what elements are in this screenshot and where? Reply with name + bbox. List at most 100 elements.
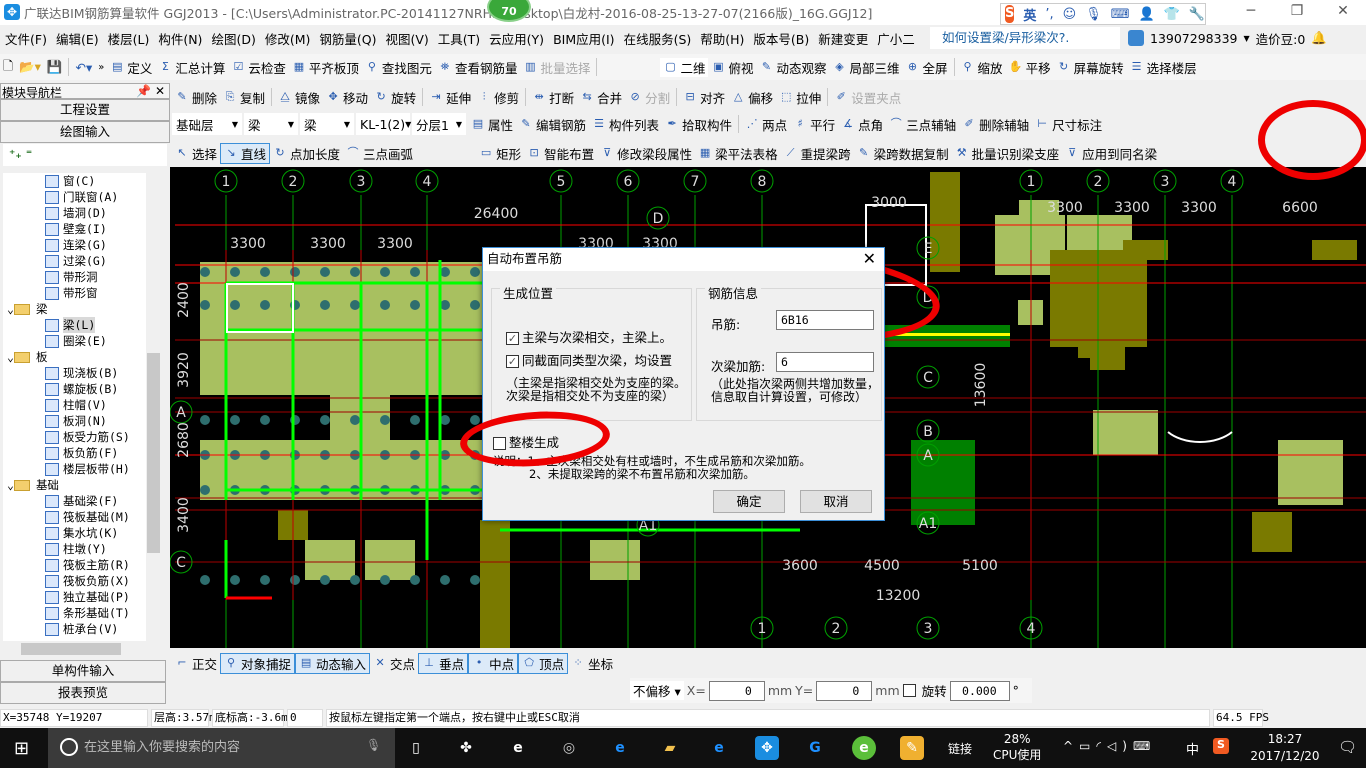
chevron-down-icon[interactable]: ▼: [1243, 34, 1249, 43]
tree-item[interactable]: 过梁(G): [3, 253, 161, 269]
offset-mode-select[interactable]: 不偏移 ▾: [630, 681, 684, 700]
open-folder-icon[interactable]: 📂▾: [16, 59, 44, 75]
component-button[interactable]: ⋰ 两点: [742, 115, 790, 134]
edit-button[interactable]: ⇆ 合并: [577, 88, 625, 107]
y-offset-input[interactable]: 0: [816, 680, 873, 701]
cortana-icon[interactable]: [60, 738, 78, 756]
tree-item[interactable]: 带形洞: [3, 269, 161, 285]
tree-item[interactable]: 筏板基础(M): [3, 509, 161, 525]
minimize-button[interactable]: ─: [1228, 0, 1274, 25]
type-select[interactable]: 梁 ▼: [244, 113, 298, 135]
edit-button[interactable]: ✎ 删除: [172, 88, 220, 107]
snap-button[interactable]: ⬠ 顶点: [518, 652, 569, 674]
tree-item[interactable]: 现浇板(B): [3, 365, 161, 381]
tree-item[interactable]: 独立基础(P): [3, 589, 161, 605]
edit-button[interactable]: ⊟ 对齐: [680, 88, 728, 107]
draw-button[interactable]: ⊡ 智能布置: [524, 144, 597, 163]
toolbar-button[interactable]: ☰ 选择楼层: [1127, 58, 1200, 77]
toolbar-button[interactable]: ⛯ 查看钢筋量: [435, 58, 521, 77]
edit-button[interactable]: ⊘ 分割: [625, 88, 673, 107]
tree-item[interactable]: 楼层板带(H): [3, 461, 161, 477]
toolbar-button[interactable]: ✋ 平移: [1006, 58, 1054, 77]
restore-button[interactable]: ❐: [1274, 0, 1320, 25]
tree-item[interactable]: 连梁(G): [3, 237, 161, 253]
toolbar-button[interactable]: ↻ 屏幕旋转: [1054, 58, 1127, 77]
single-input-button[interactable]: 单构件输入: [0, 660, 166, 682]
ime-lang[interactable]: 英: [1023, 5, 1036, 24]
toolbar-button[interactable]: ▥ 批量选择: [520, 58, 593, 77]
task-view-icon[interactable]: ▯: [404, 736, 428, 760]
hanger-input[interactable]: 6B16: [776, 310, 874, 330]
link-label[interactable]: 链接: [948, 740, 972, 757]
ie-icon[interactable]: e: [707, 736, 731, 760]
skin-icon[interactable]: 👕: [1164, 7, 1180, 22]
notification-icon[interactable]: 🗨: [1338, 738, 1357, 756]
mic-icon[interactable]: 🎙: [366, 738, 381, 752]
tree-item[interactable]: 壁龛(I): [3, 221, 161, 237]
cancel-button[interactable]: 取消: [800, 490, 872, 513]
component-select[interactable]: KL-1(2) ▼: [356, 113, 411, 135]
chevron-down-icon[interactable]: ⌄: [7, 478, 14, 492]
tree-item[interactable]: 桩承台(V): [3, 621, 161, 637]
cpu-usage[interactable]: 28% CPU使用: [993, 731, 1041, 763]
menu-item[interactable]: BIM应用(I): [548, 29, 619, 48]
draw-button[interactable]: ⟋ 重提梁跨: [781, 144, 854, 163]
snap-button[interactable]: ✕ 交点: [370, 654, 418, 673]
menu-item[interactable]: 文件(F): [0, 29, 51, 48]
edit-button[interactable]: ⇥ 延伸: [426, 88, 474, 107]
menu-item[interactable]: 编辑(E): [51, 29, 103, 48]
tree-horizontal-scrollbar[interactable]: [3, 641, 161, 657]
ime-toolbar[interactable]: S 英 ’, ☺ 🎙 ⌨ 👤 👕 🔧: [1000, 3, 1206, 25]
ime-punct[interactable]: ’,: [1045, 7, 1053, 22]
fan-app-icon[interactable]: ✤: [454, 736, 478, 760]
bell-icon[interactable]: 🔔: [1311, 30, 1327, 46]
toolbar-button[interactable]: ⚲ 缩放: [958, 58, 1006, 77]
option-main-beam[interactable]: ✓ 主梁与次梁相交，主梁上。: [506, 327, 672, 346]
tree-item[interactable]: 条形基础(T): [3, 605, 161, 621]
checkbox[interactable]: ✓: [506, 332, 519, 345]
project-settings-button[interactable]: 工程设置: [0, 99, 170, 121]
pin-icon[interactable]: 📌: [136, 84, 151, 98]
edit-button[interactable]: ⧋ 镜像: [275, 88, 323, 107]
new-file-icon[interactable]: 🗋: [0, 57, 16, 78]
snap-button[interactable]: ▤ 动态输入: [295, 652, 371, 674]
tree-item[interactable]: 门联窗(A): [3, 189, 161, 205]
rotate-input[interactable]: 0.000: [949, 680, 1010, 701]
draw-button[interactable]: ⚒ 批量识别梁支座: [952, 144, 1063, 163]
toolbar-button[interactable]: ▤ 定义: [107, 58, 155, 77]
snap-button[interactable]: ⁘ 坐标: [568, 654, 616, 673]
close-button[interactable]: ✕: [1320, 0, 1366, 25]
mic-icon[interactable]: 🎙: [1085, 7, 1102, 22]
tree-item[interactable]: 板负筋(F): [3, 445, 161, 461]
toolbar-button[interactable]: ▣ 俯视: [708, 58, 756, 77]
toolbar-button[interactable]: ☑ 云检查: [228, 58, 289, 77]
tree-item[interactable]: 窗(C): [3, 173, 161, 189]
tree-item[interactable]: 带形窗: [3, 285, 161, 301]
edit-button[interactable]: ✥ 移动: [323, 88, 371, 107]
edit-button[interactable]: ⎘ 复制: [220, 88, 268, 107]
chevron-down-icon[interactable]: ⌄: [7, 350, 14, 364]
tree-item[interactable]: 集水坑(K): [3, 525, 161, 541]
component-button[interactable]: ⌒ 三点辅轴: [886, 115, 959, 134]
menu-item[interactable]: 构件(N): [153, 29, 206, 48]
chevron-down-icon[interactable]: ⌄: [7, 302, 14, 316]
draw-button[interactable]: ⊽ 应用到同名梁: [1062, 144, 1160, 163]
layer-select[interactable]: 分层1 ▼: [412, 113, 466, 135]
menu-item[interactable]: 帮助(H): [695, 29, 748, 48]
cost-beans[interactable]: 造价豆:0: [1256, 29, 1306, 48]
snap-button[interactable]: ⚲ 对象捕捉: [220, 652, 296, 674]
checkbox[interactable]: ✓: [506, 355, 519, 368]
draw-button[interactable]: ↘ 直线: [220, 142, 271, 164]
user-icon[interactable]: 👤: [1139, 7, 1155, 22]
draw-button[interactable]: ✎ 梁跨数据复制: [854, 144, 952, 163]
toolbar-button[interactable]: ▦ 平齐板顶: [289, 58, 362, 77]
component-button[interactable]: ∡ 点角: [838, 115, 886, 134]
option-same-section[interactable]: ✓ 同截面同类型次梁，均设置: [506, 350, 672, 369]
menu-item[interactable]: 楼层(L): [103, 29, 154, 48]
ime-indicator[interactable]: 中: [1186, 739, 1199, 758]
tree-folder[interactable]: ⌄ 板: [3, 349, 161, 365]
close-icon[interactable]: ✕: [155, 84, 165, 98]
rotate-checkbox[interactable]: [902, 684, 916, 697]
toolbar-button[interactable]: Σ 汇总计算: [155, 58, 228, 77]
keyboard-icon[interactable]: ⌨: [1111, 7, 1130, 22]
